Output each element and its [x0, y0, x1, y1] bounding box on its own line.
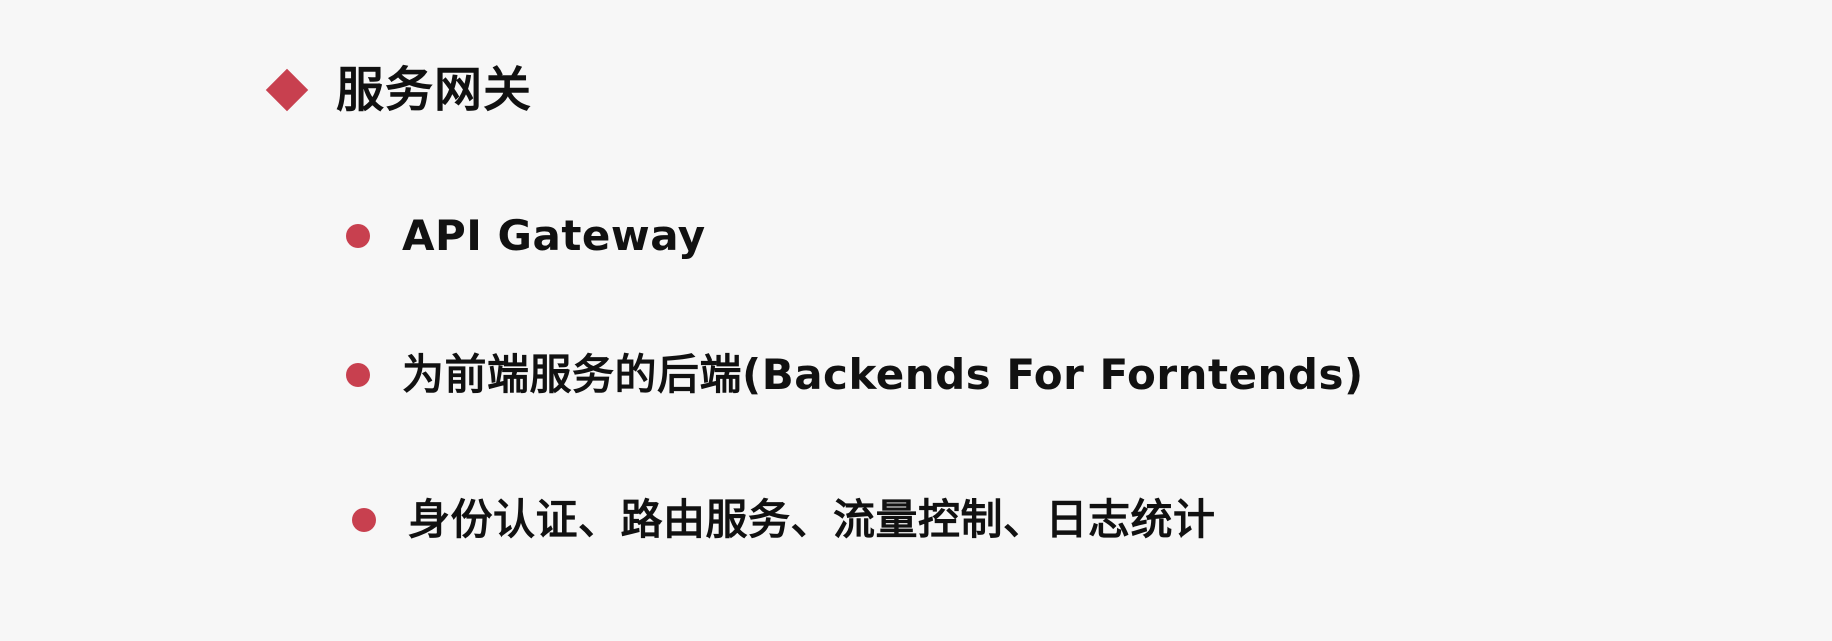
- diamond-bullet-icon: [265, 68, 309, 112]
- bullet-text: API Gateway: [402, 211, 706, 260]
- bullet-item-bff: 为前端服务的后端(Backends For Forntends): [346, 345, 1364, 405]
- bullet-text: 身份认证、路由服务、流量控制、日志统计: [408, 495, 1216, 544]
- bullet-dot-icon: [352, 508, 376, 532]
- slide-heading: 服务网关: [265, 55, 533, 125]
- slide: 服务网关 API Gateway 为前端服务的后端(Backends For F…: [0, 0, 1832, 641]
- bullet-item-features: 身份认证、路由服务、流量控制、日志统计: [352, 490, 1216, 550]
- bullet-dot-icon: [346, 224, 370, 248]
- heading-title: 服务网关: [336, 62, 533, 118]
- bullet-dot-icon: [346, 363, 370, 387]
- bullet-text: 为前端服务的后端(Backends For Forntends): [402, 350, 1364, 399]
- bullet-item-api-gateway: API Gateway: [346, 206, 706, 266]
